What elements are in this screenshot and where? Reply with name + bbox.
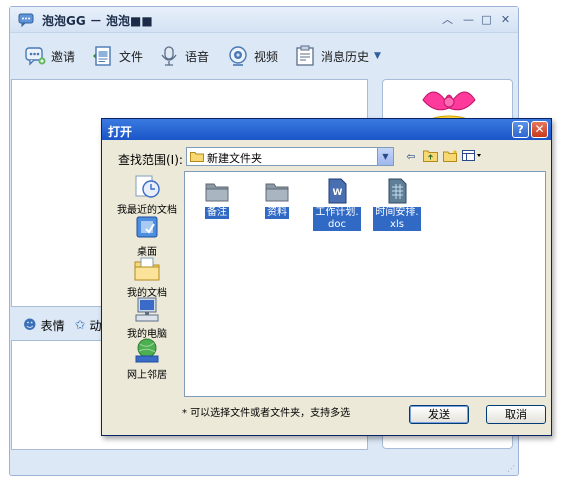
place-my-documents[interactable]: 我的文档 xyxy=(108,255,186,299)
chat-titlebar[interactable]: 泡泡GG － 泡泡■■ ︿ — □ ✕ xyxy=(10,7,518,33)
voice-icon xyxy=(161,46,177,66)
file-item[interactable]: W 工作计划. doc xyxy=(308,178,366,231)
places-bar: 我最近的文档 桌面 我的文档 我的电脑 网上邻居 xyxy=(108,169,186,384)
invite-button[interactable]: 邀请 xyxy=(24,43,75,69)
new-folder-icon[interactable] xyxy=(442,149,458,164)
video-button[interactable]: 视频 xyxy=(227,43,278,69)
star-icon[interactable]: ✩ xyxy=(75,318,86,333)
chat-bubble-icon xyxy=(18,13,34,27)
dialog-titlebar[interactable]: 打开 xyxy=(102,119,551,140)
chat-toolbar: 邀请 文件 语音 视频 消息历史 ▼ xyxy=(10,37,518,77)
dialog-close-button[interactable]: ✕ xyxy=(531,121,548,138)
file-item[interactable]: 时间安排. xls xyxy=(368,178,426,231)
word-document-icon: W xyxy=(328,178,347,204)
place-my-computer[interactable]: 我的电脑 xyxy=(108,296,186,340)
up-folder-icon[interactable] xyxy=(422,149,438,164)
place-network-places[interactable]: 网上邻居 xyxy=(108,337,186,381)
file-transfer-button[interactable]: 文件 xyxy=(92,43,143,69)
emote-label[interactable]: 表情 xyxy=(41,317,65,334)
voice-label: 语音 xyxy=(185,49,210,64)
message-history-label: 消息历史 xyxy=(321,49,370,64)
dialog-title: 打开 xyxy=(108,125,133,139)
file-item[interactable]: 资料 xyxy=(248,178,306,219)
folder-icon xyxy=(190,152,204,162)
minimize-icon[interactable]: — xyxy=(462,13,475,26)
chevron-down-icon[interactable]: ▼ xyxy=(377,148,393,165)
place-desktop[interactable]: 桌面 xyxy=(108,214,186,258)
close-icon[interactable]: ✕ xyxy=(499,13,512,26)
folder-icon xyxy=(265,183,289,202)
svg-text:W: W xyxy=(333,188,343,198)
file-transfer-label: 文件 xyxy=(119,49,144,64)
resize-grip-icon[interactable]: ⋰ xyxy=(507,464,515,473)
view-menu-icon[interactable] xyxy=(462,149,482,164)
place-network-places-label: 网上邻居 xyxy=(127,370,167,381)
maximize-icon[interactable]: □ xyxy=(480,13,493,26)
place-recent-documents[interactable]: 我最近的文档 xyxy=(108,172,186,216)
file-list[interactable]: 备注 资料 W 工作计划. doc 时间安排. xls xyxy=(184,171,546,397)
my-documents-icon xyxy=(134,257,160,281)
chevron-down-icon[interactable]: ▼ xyxy=(374,51,381,61)
desktop-icon xyxy=(136,216,158,238)
collapse-icon[interactable]: ︿ xyxy=(441,13,454,26)
excel-spreadsheet-icon xyxy=(388,178,407,204)
send-button[interactable]: 发送 xyxy=(409,405,469,424)
folder-icon xyxy=(205,183,229,202)
file-name: 工作计划. doc xyxy=(313,207,361,231)
look-in-value: 新建文件夹 xyxy=(207,152,262,165)
look-in-label: 查找范围(I): xyxy=(118,153,183,167)
cancel-button[interactable]: 取消 xyxy=(486,405,546,424)
file-item[interactable]: 备注 xyxy=(188,178,246,219)
network-places-icon xyxy=(135,338,159,363)
open-file-dialog: 打开 ? ✕ 查找范围(I): 新建文件夹 ▼ ⇦ 我最近的文档 桌面 我的文档… xyxy=(101,118,552,436)
message-history-icon xyxy=(296,45,314,66)
smiley-icon[interactable]: ☻ xyxy=(23,318,37,333)
selection-hint: * 可以选择文件或者文件夹，支持多选 xyxy=(182,408,351,419)
invite-icon xyxy=(25,47,46,66)
look-in-dropdown[interactable]: 新建文件夹 ▼ xyxy=(186,147,394,166)
video-icon xyxy=(229,46,247,66)
chat-window-title: 泡泡GG － 泡泡■■ xyxy=(42,14,153,28)
video-label: 视频 xyxy=(254,49,279,64)
message-history-button[interactable]: 消息历史 ▼ xyxy=(294,43,381,69)
my-computer-icon xyxy=(135,297,159,322)
recent-documents-icon xyxy=(135,175,160,198)
file-transfer-icon xyxy=(93,46,111,66)
help-button[interactable]: ? xyxy=(512,121,529,138)
animation-label[interactable]: 动 xyxy=(89,317,101,334)
invite-label: 邀请 xyxy=(51,49,76,64)
file-name: 时间安排. xls xyxy=(373,207,421,231)
file-name: 资料 xyxy=(265,207,289,219)
voice-button[interactable]: 语音 xyxy=(158,43,209,69)
file-name: 备注 xyxy=(205,207,229,219)
back-arrow-icon[interactable]: ⇦ xyxy=(404,149,418,164)
